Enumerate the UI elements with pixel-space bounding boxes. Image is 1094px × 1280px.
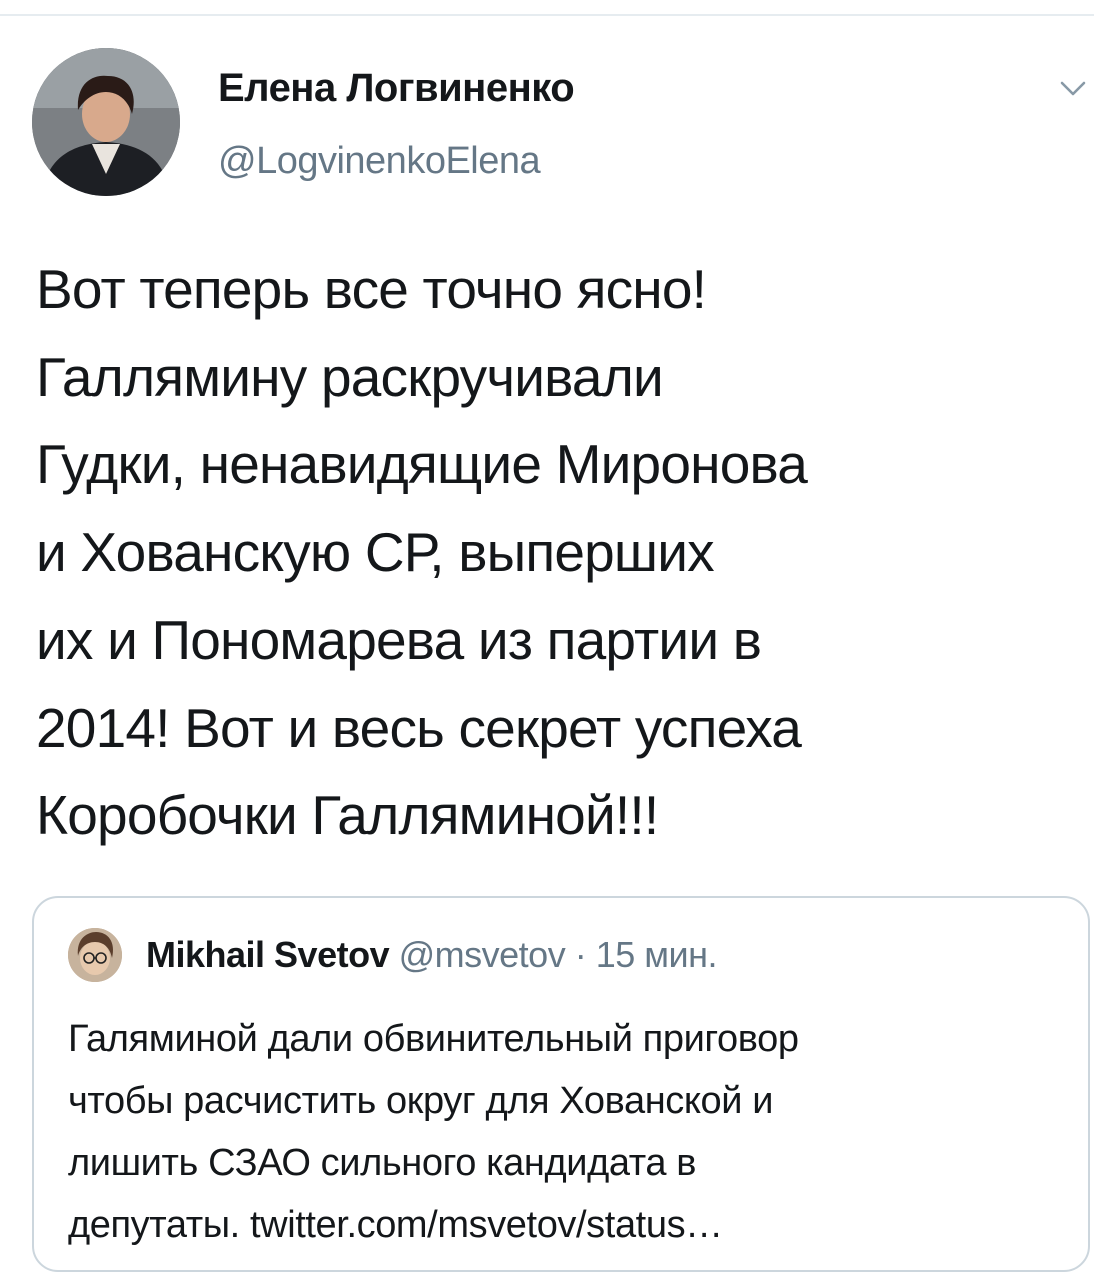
quoted-author-name[interactable]: Mikhail Svetov xyxy=(146,934,390,975)
author-name[interactable]: Елена Логвиненко xyxy=(218,66,575,111)
quoted-author-handle[interactable]: @msvetov xyxy=(399,934,566,975)
tweet-line: их и Пономарева из партии в xyxy=(36,608,762,671)
tweet-line: Галлямину раскручивали xyxy=(36,345,664,408)
quoted-tweet-header: Mikhail Svetov @msvetov · 15 мин. xyxy=(146,930,718,980)
author-avatar[interactable] xyxy=(32,48,180,196)
tweet-line: 2014! Вот и весь секрет успеха xyxy=(36,696,802,759)
chevron-down-icon[interactable] xyxy=(1060,80,1086,98)
tweet-line: Гудки, ненавидящие Миронова xyxy=(36,433,808,496)
author-handle[interactable]: @LogvinenkoElena xyxy=(218,140,541,183)
quoted-tweet-card[interactable]: Mikhail Svetov @msvetov · 15 мин. Галями… xyxy=(32,896,1090,1272)
quoted-timestamp[interactable]: 15 мин. xyxy=(596,934,718,975)
tweet-line: Коробочки Галляминой!!! xyxy=(36,784,659,847)
tweet-text: Вот теперь все точно ясно! Галлямину рас… xyxy=(36,246,1076,860)
tweet-line: и Хованскую СР, выперших xyxy=(36,521,715,584)
quoted-line: чтобы расчистить округ для Хованской и xyxy=(68,1080,774,1122)
quoted-line: лишить СЗАО сильного кандидата в xyxy=(68,1142,697,1184)
top-divider xyxy=(0,14,1094,16)
quoted-avatar-image xyxy=(68,928,122,982)
quoted-tweet-text: Галяминой дали обвинительный приговор чт… xyxy=(68,1008,1078,1256)
author-avatar-image xyxy=(32,48,180,196)
quoted-author-avatar[interactable] xyxy=(68,928,122,982)
quoted-line[interactable]: депутаты. twitter.com/msvetov/status… xyxy=(68,1194,1078,1256)
separator-dot: · xyxy=(574,934,587,975)
tweet-line: Вот теперь все точно ясно! xyxy=(36,258,707,320)
quoted-line: Галяминой дали обвинительный приговор xyxy=(68,1018,799,1060)
